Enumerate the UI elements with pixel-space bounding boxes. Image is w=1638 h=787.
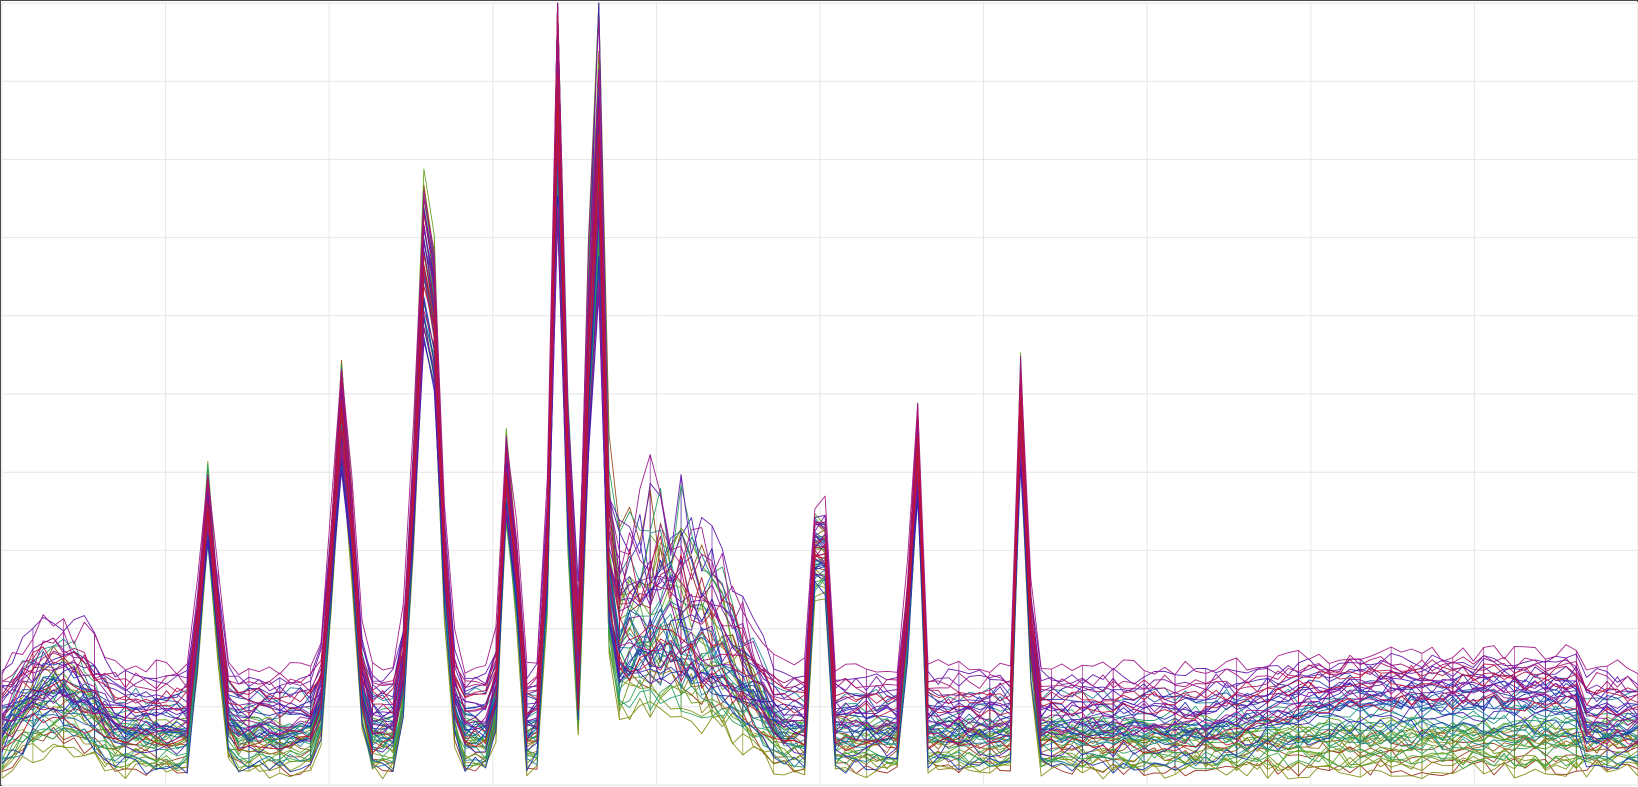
waterfall-chart xyxy=(1,2,1638,786)
chart-frame xyxy=(0,0,1638,786)
